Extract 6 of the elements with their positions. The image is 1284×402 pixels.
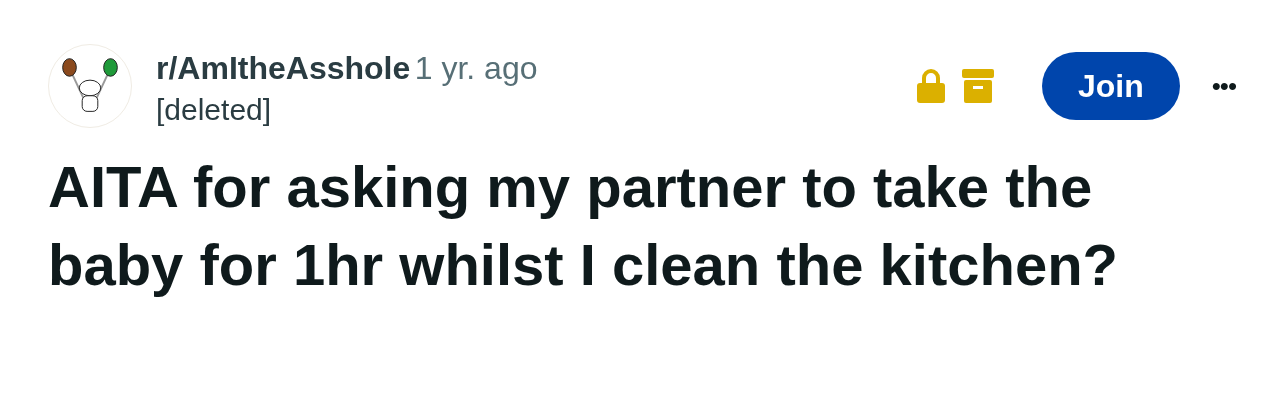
subreddit-link[interactable]: r/AmItheAsshole <box>156 50 411 86</box>
more-options-button[interactable]: ••• <box>1203 66 1244 106</box>
post-title: AITA for asking my partner to take the baby for 1hr whilst I clean the kitchen? <box>48 153 1119 299</box>
post-time: 1 yr. ago <box>414 50 538 86</box>
author-name[interactable]: [deleted] <box>156 92 916 128</box>
join-button[interactable]: Join <box>1041 52 1180 120</box>
